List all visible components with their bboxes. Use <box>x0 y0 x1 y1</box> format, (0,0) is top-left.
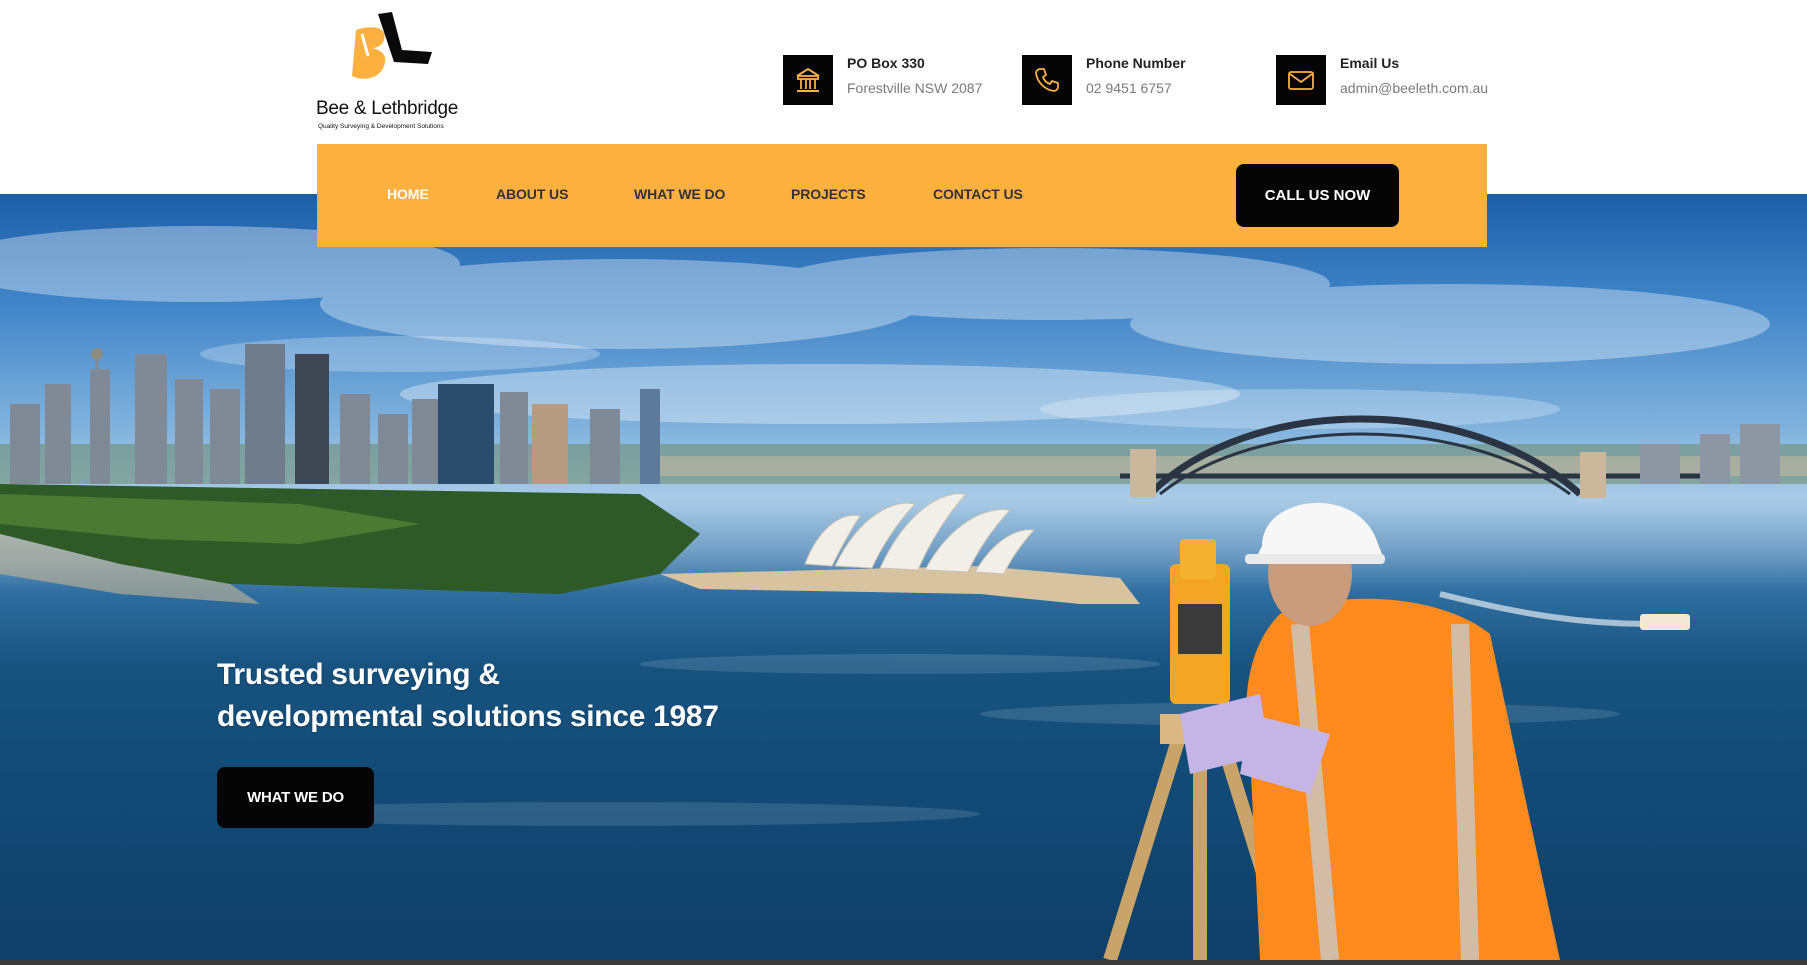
contact-title: Email Us <box>1340 55 1400 71</box>
contact-icon-box <box>783 55 833 105</box>
phone-icon <box>1035 68 1059 92</box>
building-icon <box>796 67 820 92</box>
surveyor-figure <box>1103 502 1560 960</box>
nav-item-what-we-do[interactable]: WHAT WE DO <box>634 186 725 202</box>
brand-name: Bee & Lethbridge <box>316 98 459 119</box>
hero-heading-line-1: Trusted surveying & <box>217 658 500 691</box>
nav-item-contact-us[interactable]: CONTACT US <box>933 186 1023 202</box>
contact-value[interactable]: 02 9451 6757 <box>1086 80 1172 96</box>
main-navigation: HOME ABOUT US WHAT WE DO PROJECTS CONTAC… <box>317 144 1487 247</box>
contact-value: Forestville NSW 2087 <box>847 80 983 96</box>
contact-icon-box <box>1022 55 1072 105</box>
hero-bottom-edge <box>0 960 1807 965</box>
contact-icon-box <box>1276 55 1326 105</box>
nav-item-home[interactable]: HOME <box>387 186 429 202</box>
call-us-now-button[interactable]: CALL US NOW <box>1236 164 1399 227</box>
what-we-do-button[interactable]: WHAT WE DO <box>217 767 374 828</box>
harbour-photo <box>0 226 1807 960</box>
brand-logo[interactable]: Bee & Lethbridge Quality Surveying & Dev… <box>316 12 476 130</box>
nav-item-projects[interactable]: PROJECTS <box>791 186 866 202</box>
hero-banner: Trusted surveying & developmental soluti… <box>0 194 1807 960</box>
contact-title: PO Box 330 <box>847 55 925 71</box>
envelope-icon <box>1288 71 1314 90</box>
hero-heading: Trusted surveying & developmental soluti… <box>217 654 777 738</box>
logo-mark-icon <box>352 12 432 79</box>
contact-title: Phone Number <box>1086 55 1186 71</box>
brand-tagline: Quality Surveying & Development Solution… <box>318 123 444 130</box>
contact-value[interactable]: admin@beeleth.com.au <box>1340 80 1488 96</box>
nav-item-about-us[interactable]: ABOUT US <box>496 186 568 202</box>
hero-heading-line-2: developmental solutions since 1987 <box>217 700 719 733</box>
